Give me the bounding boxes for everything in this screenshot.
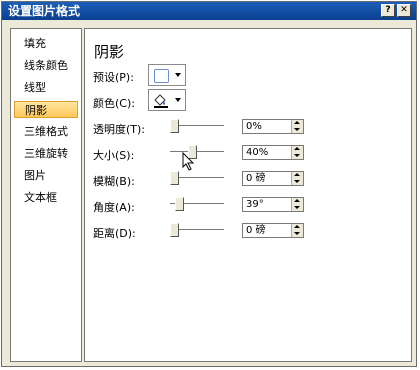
size-slider[interactable]: [170, 145, 224, 159]
format-picture-dialog: 设置图片格式 ? ✕ 填充 线条颜色 线型 阴影 三维格式 三维旋转 图片 文本…: [1, 1, 417, 367]
slider-thumb[interactable]: [170, 171, 179, 185]
chevron-down-icon: [175, 98, 181, 102]
spin-down-icon[interactable]: [294, 180, 300, 183]
shadow-panel: 阴影 预设(P): 颜色(C): 透明度(T): 0% 大小(S): 40% 模…: [84, 28, 412, 362]
shadow-preset-icon: [154, 69, 169, 83]
size-value[interactable]: 40%: [246, 146, 268, 159]
spin-down-icon[interactable]: [294, 154, 300, 157]
blur-label: 模糊(B):: [93, 175, 135, 188]
sidebar-item-fill[interactable]: 填充: [14, 35, 78, 52]
spin-up-icon[interactable]: [294, 173, 300, 176]
angle-slider[interactable]: [170, 197, 224, 211]
slider-thumb[interactable]: [170, 223, 179, 237]
spin-up-icon[interactable]: [294, 225, 300, 228]
dialog-title: 设置图片格式: [8, 4, 81, 18]
spin-up-icon[interactable]: [294, 199, 300, 202]
color-label: 颜色(C):: [93, 97, 135, 110]
sidebar-item-3d-format[interactable]: 三维格式: [14, 123, 78, 140]
distance-slider[interactable]: [170, 223, 224, 237]
size-spinner[interactable]: 40%: [242, 145, 304, 160]
blur-spinner[interactable]: 0 磅: [242, 171, 304, 186]
spin-up-icon[interactable]: [294, 147, 300, 150]
blur-slider[interactable]: [170, 171, 224, 185]
chevron-down-icon: [175, 73, 181, 77]
distance-label: 距离(D):: [93, 227, 136, 240]
paint-bucket-icon: [154, 94, 168, 108]
transparency-slider[interactable]: [170, 119, 224, 133]
sidebar-item-line-color[interactable]: 线条颜色: [14, 57, 78, 74]
angle-value[interactable]: 39°: [246, 198, 264, 211]
slider-thumb[interactable]: [175, 197, 184, 211]
sidebar-item-text-box[interactable]: 文本框: [14, 189, 78, 206]
slider-thumb[interactable]: [170, 119, 179, 133]
size-label: 大小(S):: [93, 149, 135, 162]
spin-up-icon[interactable]: [294, 121, 300, 124]
spin-down-icon[interactable]: [294, 206, 300, 209]
sidebar-item-shadow[interactable]: 阴影: [14, 101, 78, 118]
close-button[interactable]: ✕: [397, 4, 411, 17]
sidebar-item-3d-rotation[interactable]: 三维旋转: [14, 145, 78, 162]
transparency-label: 透明度(T):: [93, 123, 146, 136]
transparency-spinner[interactable]: 0%: [242, 119, 304, 134]
spin-down-icon[interactable]: [294, 232, 300, 235]
angle-spinner[interactable]: 39°: [242, 197, 304, 212]
section-title: 阴影: [94, 43, 125, 61]
sidebar-item-picture[interactable]: 图片: [14, 167, 78, 184]
title-bar: 设置图片格式 ? ✕: [2, 2, 416, 20]
preset-label: 预设(P):: [93, 71, 134, 84]
preset-button[interactable]: [148, 64, 186, 86]
angle-label: 角度(A):: [93, 201, 135, 214]
transparency-value[interactable]: 0%: [246, 120, 262, 133]
spin-down-icon[interactable]: [294, 128, 300, 131]
distance-value[interactable]: 0 磅: [246, 224, 266, 237]
distance-spinner[interactable]: 0 磅: [242, 223, 304, 238]
sidebar-item-line-style[interactable]: 线型: [14, 79, 78, 96]
blur-value[interactable]: 0 磅: [246, 172, 266, 185]
mouse-cursor-icon: [182, 152, 195, 171]
color-button[interactable]: [148, 89, 186, 111]
category-list: 填充 线条颜色 线型 阴影 三维格式 三维旋转 图片 文本框: [10, 28, 82, 362]
help-button[interactable]: ?: [381, 4, 395, 17]
